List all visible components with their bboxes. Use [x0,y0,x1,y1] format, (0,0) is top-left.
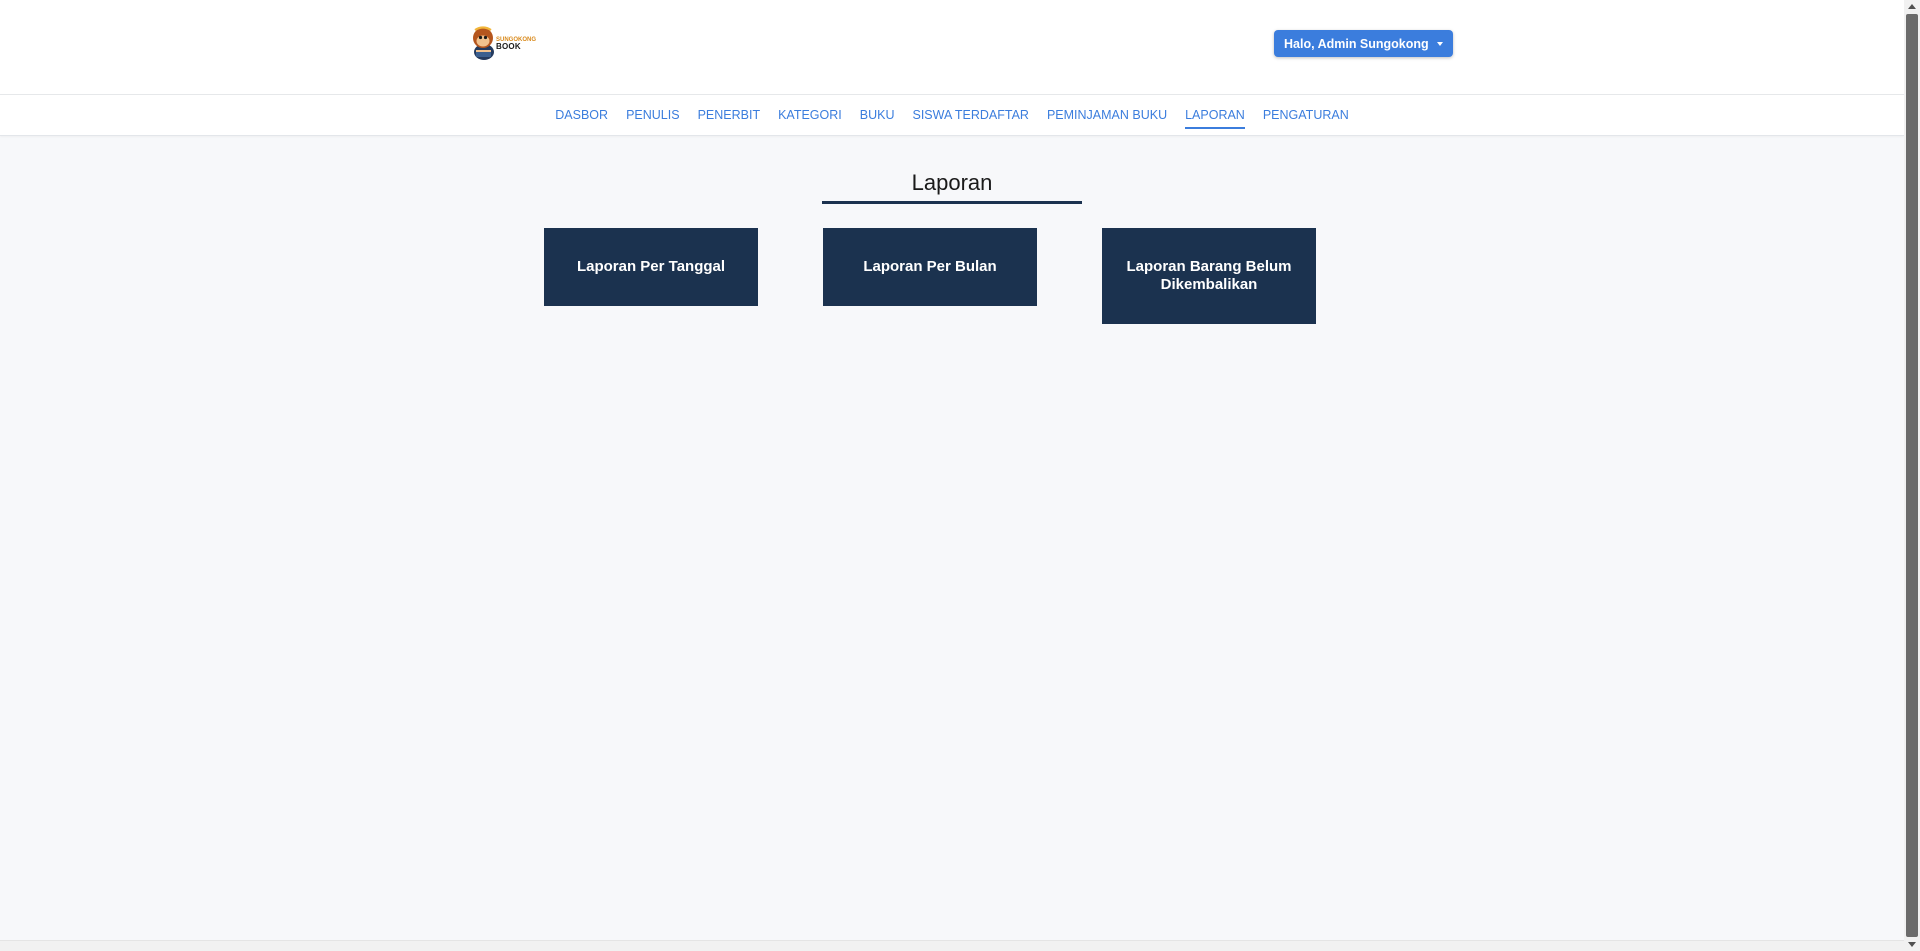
vertical-scrollbar[interactable] [1904,0,1920,951]
user-menu-label: Halo, Admin Sungokong [1284,36,1429,51]
nav-item-dasbor[interactable]: DASBOR [555,95,608,135]
nav-list: DASBOR PENULIS PENERBIT KATEGORI BUKU SI… [0,95,1904,135]
report-card-per-bulan[interactable]: Laporan Per Bulan [823,228,1037,306]
nav-item-buku[interactable]: BUKU [860,95,895,135]
nav-item-penulis[interactable]: PENULIS [626,95,680,135]
nav-item-pengaturan[interactable]: PENGATURAN [1263,95,1349,135]
title-underline [822,201,1082,204]
report-card-belum-dikembalikan[interactable]: Laporan Barang Belum Dikembalikan [1102,228,1316,324]
logo-wordmark: SUNGOKONG BOOK [496,37,536,51]
nav-item-laporan[interactable]: LAPORAN [1185,95,1245,135]
logo-text-bottom: BOOK [496,42,521,51]
scroll-up-arrow-icon[interactable] [1908,4,1916,9]
nav-item-penerbit[interactable]: PENERBIT [698,95,761,135]
user-menu-button[interactable]: Halo, Admin Sungokong [1274,30,1453,57]
horizontal-scrollbar[interactable] [0,940,1904,951]
main-nav: DASBOR PENULIS PENERBIT KATEGORI BUKU SI… [0,95,1904,136]
caret-down-icon [1436,42,1443,46]
scroll-down-arrow-icon[interactable] [1908,942,1916,947]
nav-item-kategori[interactable]: KATEGORI [778,95,842,135]
page-title: Laporan [911,170,993,195]
top-header: SUNGOKONG BOOK Halo, Admin Sungokong [0,0,1904,95]
report-card-per-tanggal[interactable]: Laporan Per Tanggal [544,228,758,306]
brand-logo[interactable]: SUNGOKONG BOOK [470,24,536,62]
nav-item-siswa-terdaftar[interactable]: SISWA TERDAFTAR [912,95,1028,135]
scroll-thumb[interactable] [1906,14,1918,937]
nav-item-peminjaman-buku[interactable]: PEMINJAMAN BUKU [1047,95,1167,135]
app-viewport: SUNGOKONG BOOK Halo, Admin Sungokong DAS… [0,0,1904,951]
